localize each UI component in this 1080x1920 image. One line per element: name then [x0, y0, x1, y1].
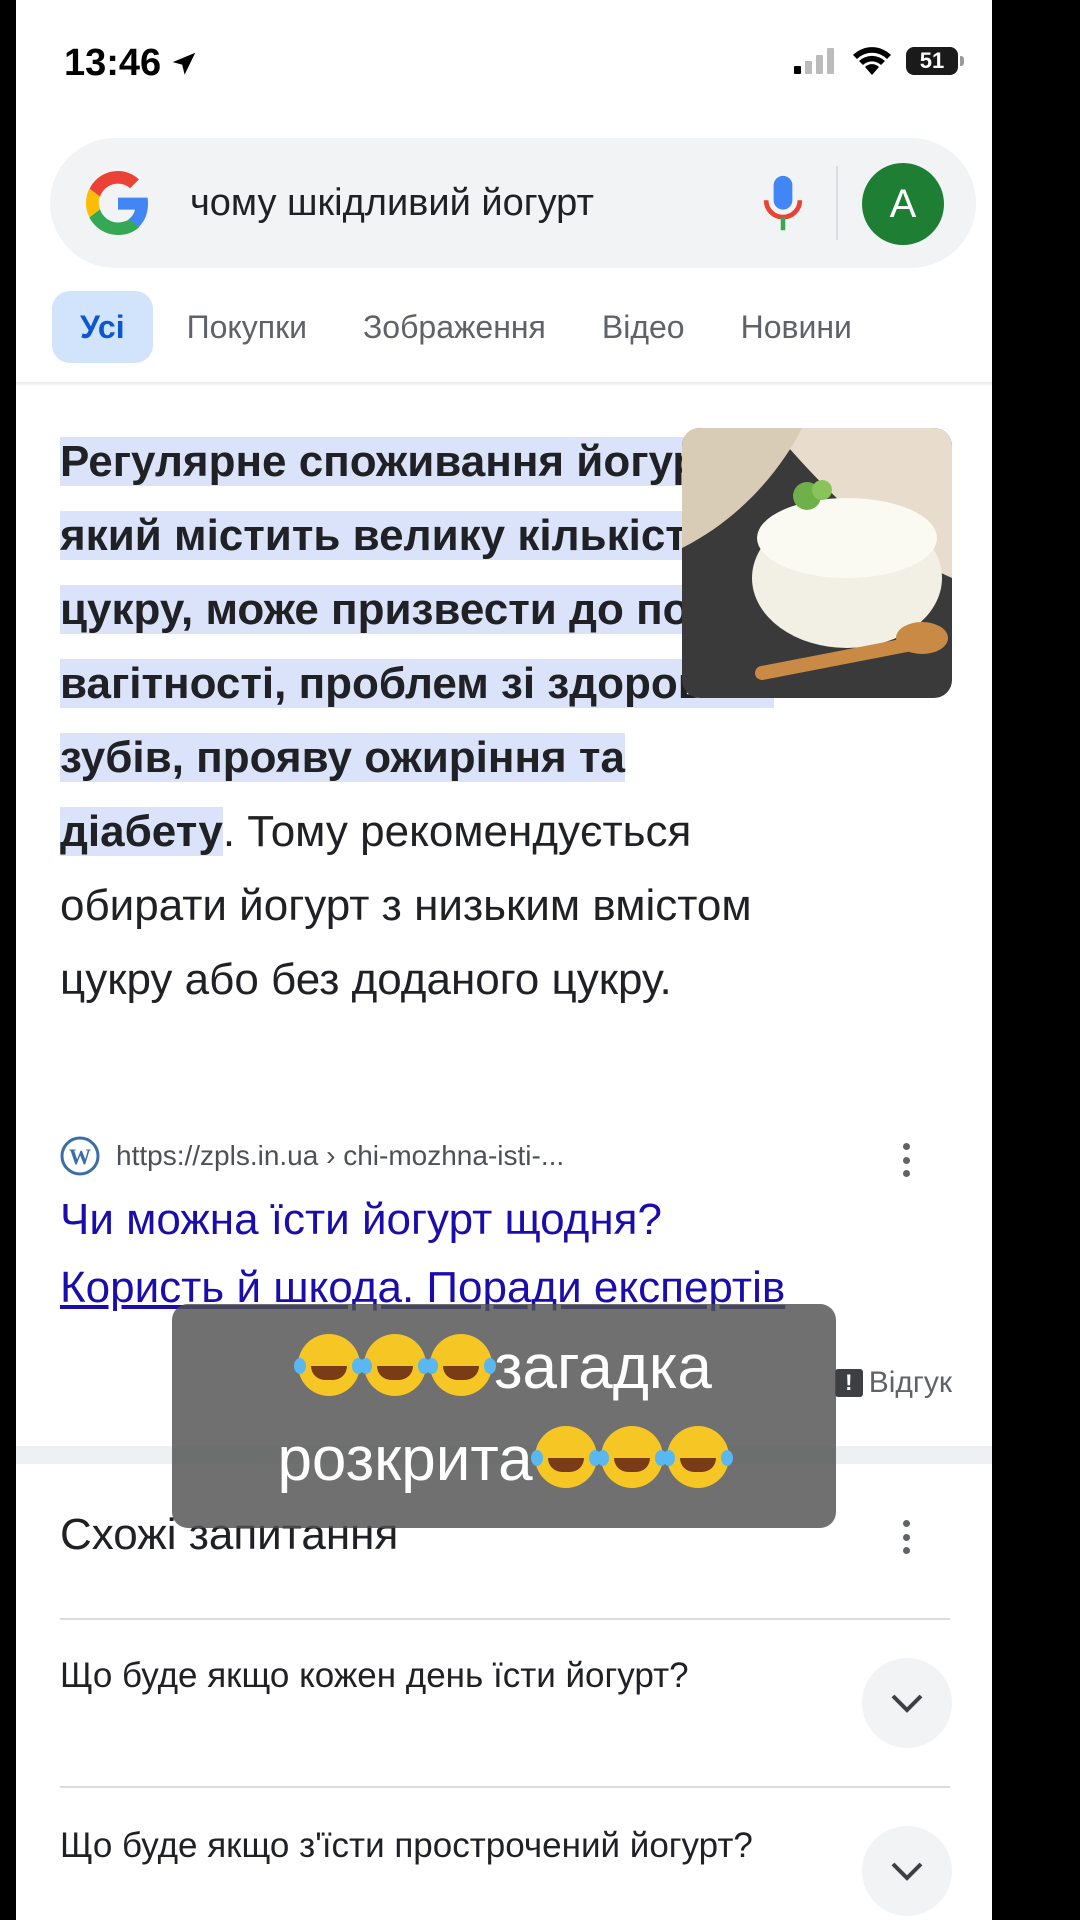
joy-emoji-icon [596, 1426, 663, 1488]
result-source[interactable]: W https://zpls.in.ua › chi-mozhna-isti-.… [60, 1134, 564, 1178]
feedback-button[interactable]: ! Відгук [834, 1366, 952, 1400]
tab-label: Новини [740, 308, 852, 345]
related-divider [60, 1618, 950, 1620]
joy-emoji-icon [662, 1426, 729, 1488]
svg-text:W: W [69, 1144, 91, 1169]
tab-shopping[interactable]: Покупки [159, 291, 335, 363]
search-query[interactable]: чому шкідливий йогурт [190, 182, 594, 225]
related-divider [60, 1786, 950, 1788]
screen: 13:46 51 чому шкідливий йогурт A Усі Пок… [16, 0, 992, 1920]
feedback-icon: ! [834, 1369, 863, 1397]
tab-label: Зображення [362, 308, 546, 345]
result-title-link[interactable]: Чи можна їсти йогурт щодня? Користь й шк… [60, 1186, 960, 1322]
status-bar: 13:46 51 [16, 0, 992, 120]
time-text: 13:46 [64, 42, 162, 84]
cellular-signal-icon [794, 48, 834, 74]
google-logo-icon [86, 171, 148, 235]
rofl-emoji-icon [294, 1334, 361, 1396]
related-more-icon[interactable] [902, 1520, 910, 1554]
microphone-icon[interactable] [760, 174, 806, 234]
account-avatar[interactable]: A [862, 163, 944, 245]
battery-icon: 51 [906, 47, 964, 75]
snippet-highlight: Регулярне споживання йогурту, який місти… [60, 437, 774, 856]
tab-label: Покупки [186, 308, 307, 345]
caption-line2: розкрита [277, 1425, 730, 1494]
featured-snippet-text: Регулярне споживання йогурту, який місти… [60, 425, 780, 1017]
tab-all[interactable]: Усі [52, 291, 153, 363]
rofl-emoji-icon [360, 1334, 427, 1396]
wifi-icon [853, 47, 891, 75]
tab-news[interactable]: Новини [713, 291, 880, 363]
joy-emoji-icon [530, 1426, 597, 1488]
yogurt-photo-icon [682, 428, 952, 698]
avatar-letter: A [889, 181, 917, 226]
tab-label: Усі [80, 308, 125, 345]
tab-images[interactable]: Зображення [335, 291, 574, 363]
chevron-down-icon[interactable] [862, 1826, 952, 1916]
search-divider [836, 166, 838, 240]
caption-text-2: розкрита [277, 1425, 533, 1494]
location-arrow-icon [172, 52, 196, 75]
yogurt-image[interactable] [682, 428, 952, 698]
result-url[interactable]: https://zpls.in.ua › chi-mozhna-isti-... [116, 1140, 564, 1172]
caption-line1: загадка [172, 1322, 836, 1414]
feedback-label: Відгук [868, 1366, 952, 1399]
caption-overlay: загадка розкрита [172, 1304, 836, 1528]
search-bar[interactable]: чому шкідливий йогурт A [50, 138, 976, 268]
wordpress-icon: W [60, 1136, 100, 1176]
related-question[interactable]: Що буде якщо кожен день їсти йогурт? [60, 1652, 760, 1700]
tab-label: Відео [601, 308, 685, 345]
related-question[interactable]: Що буде якщо з'їсти прострочений йогурт? [60, 1822, 760, 1870]
result-title-line1[interactable]: Чи можна їсти йогурт щодня? [60, 1186, 960, 1254]
tab-videos[interactable]: Відео [574, 291, 713, 363]
tabs-divider [16, 382, 992, 386]
result-more-icon[interactable] [902, 1143, 910, 1177]
rofl-emoji-icon [426, 1334, 493, 1396]
status-time: 13:46 [64, 42, 199, 85]
caption-text-1: загадка [494, 1333, 712, 1402]
battery-level: 51 [919, 48, 945, 73]
chevron-down-icon[interactable] [862, 1658, 952, 1748]
search-tabs: Усі Покупки Зображення Відео Новини [52, 290, 880, 364]
status-icons: 51 [794, 46, 964, 76]
